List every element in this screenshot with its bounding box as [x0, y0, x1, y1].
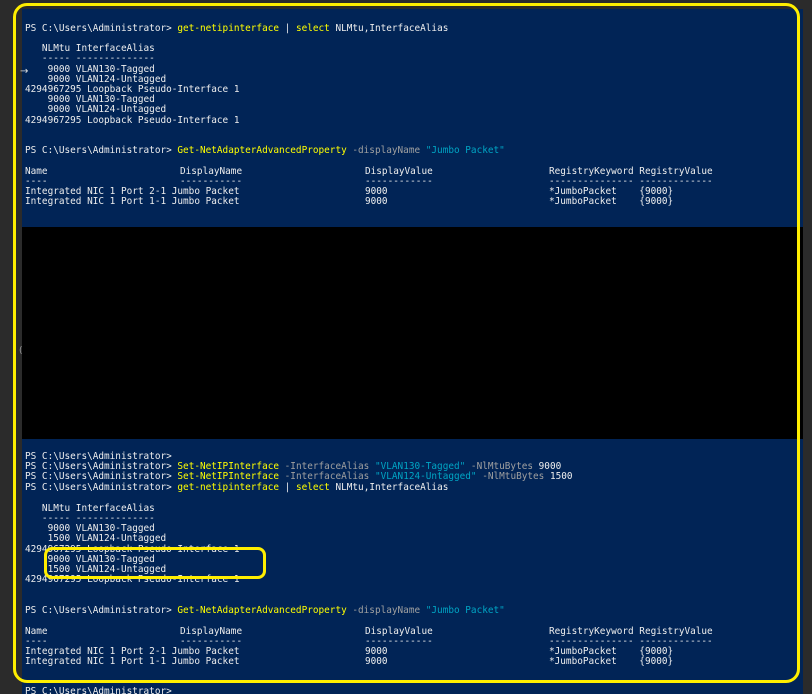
prompt-line: PS C:\Users\Administrator> get-netipinte… — [25, 23, 449, 34]
prompt-line: PS C:\Users\Administrator> get-netipinte… — [25, 482, 449, 493]
table-row: 1500 VLAN124-Untagged — [25, 533, 167, 544]
prompt-line: PS C:\Users\Administrator> Get-NetAdapte… — [25, 145, 505, 156]
prompt-line: PS C:\Users\Administrator> Set-NetIPInte… — [25, 471, 573, 482]
table-row: 4294967295 Loopback Pseudo-Interface 1 — [25, 574, 240, 585]
table-row: 4294967295 Loopback Pseudo-Interface 1 — [25, 115, 240, 126]
powershell-console[interactable]: PS C:\Users\Administrator> get-netipinte… — [22, 9, 803, 694]
table-row: 9000 VLAN124-Untagged — [25, 104, 167, 115]
cursor-arrow-icon: → — [20, 66, 29, 77]
edge-mark-icon: ( — [19, 346, 23, 356]
redacted-region — [22, 227, 803, 439]
table-underline: ----- -------------- — [25, 53, 155, 64]
prompt-line: PS C:\Users\Administrator> Get-NetAdapte… — [25, 605, 505, 616]
prompt-line: PS C:\Users\Administrator> — [25, 686, 172, 694]
